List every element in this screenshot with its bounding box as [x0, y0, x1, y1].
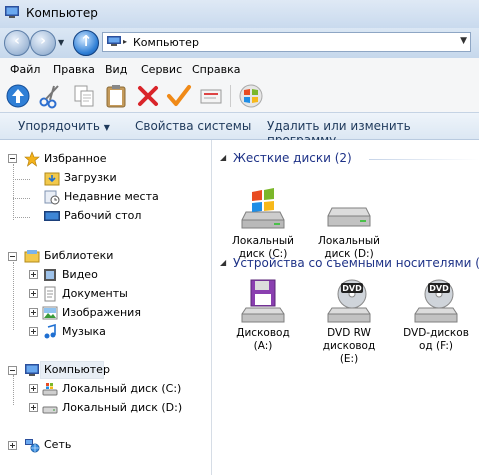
- drive-dvd-rw-e[interactable]: DVD DVD RW дисковод (E:): [309, 278, 389, 366]
- system-properties-button[interactable]: Свойства системы: [135, 119, 251, 133]
- expander-expand-drive-d[interactable]: [29, 403, 38, 412]
- video-library-icon: [44, 269, 56, 281]
- up-icon[interactable]: [5, 83, 31, 109]
- expander-collapse-favorites[interactable]: [8, 154, 17, 163]
- recent-places-icon: [44, 190, 60, 205]
- copy-icon[interactable]: [71, 83, 97, 109]
- expander-expand-documents[interactable]: [29, 289, 38, 298]
- computer-icon: [107, 36, 121, 46]
- up-arrow-icon: ↑: [79, 32, 93, 50]
- computer-icon: [25, 364, 39, 376]
- menu-tools[interactable]: Сервис: [141, 63, 182, 76]
- delete-icon[interactable]: [135, 83, 161, 109]
- undo-icon[interactable]: [166, 83, 192, 109]
- floppy-drive-icon: [241, 279, 285, 323]
- collapse-chevron-icon[interactable]: ◢: [220, 153, 226, 162]
- expander-expand-videos[interactable]: [29, 270, 38, 279]
- address-dropdown-icon[interactable]: ▼: [460, 36, 467, 46]
- navigation-pane: Избранное Загрузки Недавние места Рабочи…: [0, 140, 212, 475]
- group-header-removable[interactable]: ◢ Устройства со съемными носителями (3): [212, 255, 479, 273]
- back-arrow-icon: ‹: [14, 33, 20, 49]
- expander-collapse-computer[interactable]: [8, 366, 17, 375]
- tree-line: [13, 198, 30, 199]
- address-bar[interactable]: ▸ Компьютер ▼: [102, 32, 471, 52]
- organize-button[interactable]: Упорядочить ▼: [18, 119, 110, 133]
- desktop-icon: [44, 211, 60, 221]
- drive-local-disk-c[interactable]: Локальный диск (C:): [223, 186, 303, 261]
- drive-floppy-a[interactable]: Дисковод (A:): [223, 278, 303, 353]
- system-drive-icon: [241, 188, 285, 229]
- window-title: Компьютер: [26, 6, 98, 20]
- paste-icon[interactable]: [103, 83, 129, 109]
- back-button[interactable]: ‹: [4, 30, 30, 56]
- music-library-icon: [44, 324, 56, 339]
- windows-logo-icon[interactable]: [238, 83, 264, 109]
- star-icon: [24, 151, 40, 167]
- libraries-icon: [24, 250, 40, 263]
- drive-label: DVD RW дисковод (E:): [322, 327, 376, 365]
- system-drive-icon: [42, 383, 58, 396]
- forward-button[interactable]: ›: [30, 30, 56, 56]
- content-pane: ◢ Жесткие диски (2) Локальный диск (C:) …: [212, 140, 479, 475]
- menu-bar: Файл Правка Вид Сервис Справка: [0, 58, 479, 81]
- documents-library-icon: [44, 286, 56, 302]
- tree-line: [13, 164, 14, 220]
- expander-expand-network[interactable]: [8, 441, 17, 450]
- command-bar: Упорядочить ▼ Свойства системы Удалить и…: [0, 112, 479, 147]
- downloads-folder-icon: [44, 172, 60, 186]
- menu-help[interactable]: Справка: [192, 63, 240, 76]
- menu-file[interactable]: Файл: [10, 63, 40, 76]
- forward-arrow-icon: ›: [40, 33, 46, 49]
- svg-text:DVD: DVD: [342, 284, 362, 293]
- drive-label: DVD-дисков од (F:): [403, 327, 469, 352]
- hard-drive-icon: [327, 207, 371, 227]
- computer-icon: [5, 6, 19, 18]
- expander-collapse-libraries[interactable]: [8, 252, 17, 261]
- drive-dvd-f[interactable]: DVD DVD-дисков од (F:): [396, 278, 476, 353]
- breadcrumb-chevron-icon[interactable]: ▸: [123, 37, 127, 46]
- collapse-chevron-icon[interactable]: ◢: [220, 258, 226, 267]
- drive-local-disk-d[interactable]: Локальный диск (D:): [309, 186, 389, 261]
- dvd-drive-icon: DVD: [327, 279, 371, 323]
- svg-text:DVD: DVD: [429, 284, 449, 293]
- history-dropdown-icon[interactable]: ▼: [58, 38, 64, 47]
- address-path: Компьютер: [133, 36, 199, 49]
- icon-toolbar: [0, 80, 479, 112]
- network-icon: [25, 439, 40, 453]
- tree-line: [13, 217, 30, 218]
- tree-line: [13, 262, 14, 330]
- pictures-library-icon: [42, 306, 58, 320]
- menu-edit[interactable]: Правка: [53, 63, 95, 76]
- expander-expand-drive-c[interactable]: [29, 384, 38, 393]
- group-header-hard-drives[interactable]: ◢ Жесткие диски (2): [212, 150, 479, 168]
- tree-line: [13, 179, 30, 180]
- drive-label: Дисковод (A:): [236, 327, 290, 352]
- dvd-drive-icon: DVD: [414, 279, 458, 323]
- tree-line: [13, 375, 14, 405]
- menu-view[interactable]: Вид: [105, 63, 127, 76]
- properties-icon[interactable]: [198, 83, 224, 109]
- title-bar: Компьютер: [0, 0, 479, 28]
- expander-expand-music[interactable]: [29, 327, 38, 336]
- up-button[interactable]: ↑: [73, 30, 99, 56]
- chevron-down-icon: ▼: [103, 123, 110, 132]
- hard-drive-icon: [42, 406, 58, 414]
- navigation-bar: ‹ › ▼ ↑ ▸ Компьютер ▼: [0, 28, 479, 58]
- group-divider: [369, 159, 479, 160]
- cut-icon[interactable]: [37, 83, 63, 109]
- toolbar-separator: [230, 85, 231, 107]
- expander-expand-pictures[interactable]: [29, 308, 38, 317]
